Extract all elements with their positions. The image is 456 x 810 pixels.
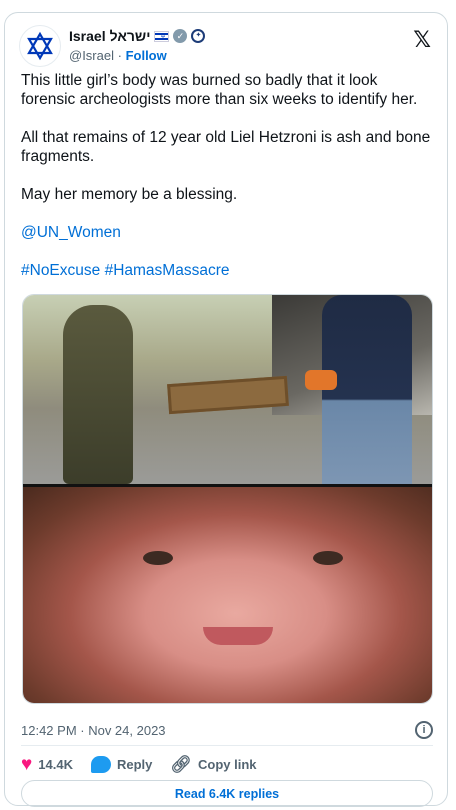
read-replies-button[interactable]: Read 6.4K replies <box>21 780 433 807</box>
link-icon: 🔗︎ <box>170 754 192 774</box>
verified-badge-icon[interactable]: ✓ <box>173 29 188 43</box>
avatar[interactable] <box>19 25 61 67</box>
tweet-media[interactable] <box>22 294 433 704</box>
x-logo-icon[interactable]: 𝕏 <box>413 29 431 51</box>
tweet-actions: ♥ 14.4K Reply 🔗︎ Copy link <box>21 753 257 775</box>
forensic-search-photo[interactable] <box>23 295 432 484</box>
like-count: 14.4K <box>38 756 73 772</box>
handle-separator: · <box>117 48 126 63</box>
display-name-hebrew[interactable]: ישראל <box>110 27 151 45</box>
reply-button[interactable]: Reply <box>90 755 153 773</box>
tweet-meta: 12:42 PM · Nov 24, 2023 i <box>21 720 433 740</box>
tweet-header: Israel ישראל ✡ ✓ ✦ @Israel · Follow 𝕏 <box>19 25 433 69</box>
copy-link-label: Copy link <box>197 756 257 772</box>
hashtag-links[interactable]: #NoExcuse #HamasMassacre <box>21 262 229 279</box>
handle-row: @Israel · Follow <box>69 47 205 65</box>
info-icon[interactable]: i <box>415 721 433 739</box>
tweet-text: This little girl’s body was burned so ba… <box>21 71 435 299</box>
heart-icon: ♥ <box>21 753 33 775</box>
israel-flag-icon: ✡ <box>154 30 170 42</box>
tweet-paragraph: All that remains of 12 year old Liel Het… <box>21 129 431 165</box>
mention-link[interactable]: @UN_Women <box>21 224 121 241</box>
reply-label: Reply <box>116 756 153 772</box>
star-of-david-icon <box>27 31 53 61</box>
tweet-paragraph: This little girl’s body was burned so ba… <box>21 72 418 108</box>
copy-link-button[interactable]: 🔗︎ Copy link <box>170 756 256 773</box>
display-name-row[interactable]: Israel ישראל ✡ ✓ ✦ <box>69 27 206 45</box>
follow-button[interactable]: Follow <box>126 48 167 63</box>
reply-bubble-icon <box>90 755 111 773</box>
divider <box>21 745 433 746</box>
account-names: Israel ישראל ✡ ✓ ✦ @Israel · Follow <box>69 27 206 65</box>
tweet-paragraph: May her memory be a blessing. <box>21 186 238 203</box>
display-name[interactable]: Israel <box>69 27 106 45</box>
timestamp[interactable]: 12:42 PM · Nov 24, 2023 <box>21 723 166 738</box>
handle[interactable]: @Israel <box>69 48 114 63</box>
like-button[interactable]: ♥ 14.4K <box>21 755 73 774</box>
government-seal-icon: ✦ <box>191 29 206 43</box>
tweet-card: Israel ישראל ✡ ✓ ✦ @Israel · Follow 𝕏 Th… <box>4 12 448 807</box>
girl-portrait-photo[interactable] <box>23 487 432 703</box>
